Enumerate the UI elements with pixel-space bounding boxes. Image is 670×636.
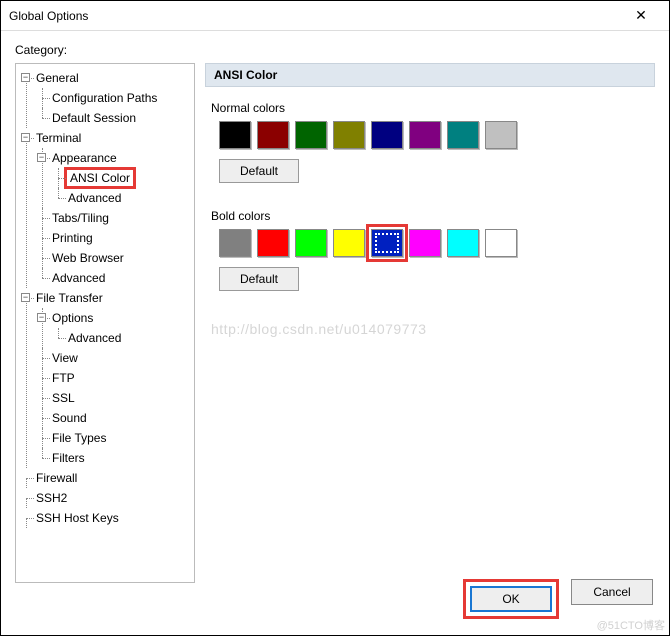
expand-icon[interactable]: − <box>21 133 30 142</box>
expand-icon[interactable]: − <box>37 313 46 322</box>
watermark-corner: @51CTO博客 <box>597 617 665 633</box>
cancel-button[interactable]: Cancel <box>571 579 653 605</box>
bold-color-swatch-5[interactable] <box>409 229 441 257</box>
tree-node-appearance[interactable]: Appearance <box>52 151 117 165</box>
content-area: Category: −General Configuration Paths D… <box>1 31 669 583</box>
bold-color-swatch-6[interactable] <box>447 229 479 257</box>
tree-node-ftp[interactable]: FTP <box>52 371 75 385</box>
tree-node-config-paths[interactable]: Configuration Paths <box>52 91 157 105</box>
tree-node-tabs[interactable]: Tabs/Tiling <box>52 211 109 225</box>
normal-color-swatch-6[interactable] <box>447 121 479 149</box>
ok-highlight: OK <box>463 579 559 619</box>
bold-colors-title: Bold colors <box>211 209 649 223</box>
category-label: Category: <box>15 43 655 57</box>
expand-icon[interactable]: − <box>37 153 46 162</box>
tree-node-default-session[interactable]: Default Session <box>52 111 136 125</box>
tree-node-firewall[interactable]: Firewall <box>36 471 77 485</box>
tree-node-sound[interactable]: Sound <box>52 411 87 425</box>
normal-colors-group: Normal colors Default <box>205 97 655 195</box>
bold-color-swatch-1[interactable] <box>257 229 289 257</box>
bold-default-button[interactable]: Default <box>219 267 299 291</box>
normal-color-swatch-3[interactable] <box>333 121 365 149</box>
tree-node-advanced[interactable]: Advanced <box>52 271 105 285</box>
expand-icon[interactable]: − <box>21 293 30 302</box>
normal-color-swatch-7[interactable] <box>485 121 517 149</box>
tree-node-printing[interactable]: Printing <box>52 231 93 245</box>
normal-color-swatch-1[interactable] <box>257 121 289 149</box>
bold-color-swatch-7[interactable] <box>485 229 517 257</box>
tree-node-web-browser[interactable]: Web Browser <box>52 251 124 265</box>
bold-color-swatch-3[interactable] <box>333 229 365 257</box>
tree-node-ssh2[interactable]: SSH2 <box>36 491 67 505</box>
normal-colors-row <box>211 121 649 149</box>
normal-default-button[interactable]: Default <box>219 159 299 183</box>
tree-node-file-transfer[interactable]: File Transfer <box>36 291 103 305</box>
normal-color-swatch-5[interactable] <box>409 121 441 149</box>
tree-node-view[interactable]: View <box>52 351 78 365</box>
window-title: Global Options <box>9 9 621 23</box>
normal-colors-title: Normal colors <box>211 101 649 115</box>
tree-node-ansi-color[interactable]: ANSI Color <box>68 171 132 185</box>
bold-color-swatch-2[interactable] <box>295 229 327 257</box>
section-header: ANSI Color <box>205 63 655 87</box>
tree-node-filters[interactable]: Filters <box>52 451 85 465</box>
normal-color-swatch-4[interactable] <box>371 121 403 149</box>
bold-color-swatch-4[interactable] <box>371 229 403 257</box>
close-icon[interactable]: ✕ <box>621 7 661 24</box>
tree-node-advanced[interactable]: Advanced <box>68 331 121 345</box>
tree-node-terminal[interactable]: Terminal <box>36 131 81 145</box>
title-bar: Global Options ✕ <box>1 1 669 31</box>
tree-node-file-types[interactable]: File Types <box>52 431 106 445</box>
tree-node-options[interactable]: Options <box>52 311 93 325</box>
normal-color-swatch-2[interactable] <box>295 121 327 149</box>
normal-color-swatch-0[interactable] <box>219 121 251 149</box>
tree-node-general[interactable]: General <box>36 71 79 85</box>
category-tree[interactable]: −General Configuration Paths Default Ses… <box>15 63 195 583</box>
tree-node-ssl[interactable]: SSL <box>52 391 75 405</box>
bold-colors-group: Bold colors Default <box>205 205 655 303</box>
bold-colors-row <box>211 229 649 257</box>
ok-button[interactable]: OK <box>470 586 552 612</box>
expand-icon[interactable]: − <box>21 73 30 82</box>
tree-node-ssh-host-keys[interactable]: SSH Host Keys <box>36 511 119 525</box>
bold-color-swatch-0[interactable] <box>219 229 251 257</box>
tree-node-advanced[interactable]: Advanced <box>68 191 121 205</box>
dialog-buttons: OK Cancel <box>463 579 653 619</box>
